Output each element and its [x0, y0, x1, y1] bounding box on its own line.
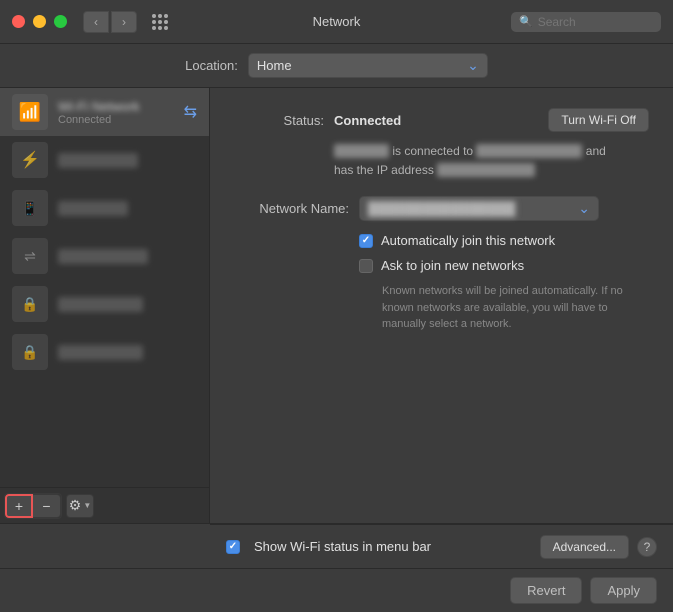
main-content: 📶 Wi-Fi Network Connected ⇆ ⚡ Bluetooth: [0, 88, 673, 523]
vpn2-icon-container: 🔒: [12, 334, 48, 370]
thunderbolt-item-content: Thunderbolt: [58, 249, 197, 264]
ip-address: ███████████: [437, 163, 535, 177]
show-wifi-checkmark-icon: ✓: [229, 541, 237, 552]
vpn2-item-content: VPN 2: [58, 345, 197, 360]
advanced-button[interactable]: Advanced...: [540, 535, 629, 559]
remove-network-button[interactable]: −: [33, 494, 61, 518]
location-value: Home: [257, 58, 292, 73]
sidebar-item-vpn2[interactable]: 🔒 VPN 2: [0, 328, 209, 376]
wifi-item-content: Wi-Fi Network Connected: [58, 99, 174, 126]
vpn2-item-name: VPN 2: [58, 345, 143, 360]
hint-text: Known networks will be joined automatica…: [382, 283, 649, 333]
network-name-blurred: ████████████: [476, 144, 582, 158]
sidebar-item-bluetooth[interactable]: ⚡ Bluetooth: [0, 136, 209, 184]
bluetooth-icon: ⚡: [20, 150, 40, 170]
sidebar-list: 📶 Wi-Fi Network Connected ⇆ ⚡ Bluetooth: [0, 88, 209, 376]
bluetooth-icon-container: ⚡: [12, 142, 48, 178]
checkmark-icon: ✓: [362, 235, 370, 246]
gear-icon: ⚙: [69, 497, 82, 514]
traffic-lights: [12, 15, 67, 28]
turn-wifi-button[interactable]: Turn Wi-Fi Off: [548, 108, 649, 132]
settings-button[interactable]: ⚙ ▼: [66, 494, 94, 518]
search-input[interactable]: [538, 15, 653, 29]
plus-icon: +: [15, 498, 23, 514]
connection-info: ██████ is connected to ████████████ and …: [334, 142, 649, 180]
network-name-value: ████████████████: [368, 201, 515, 216]
ask-join-checkbox[interactable]: [359, 259, 373, 273]
help-button[interactable]: ?: [637, 537, 657, 557]
window-title: Network: [313, 14, 361, 29]
right-panel: Status: Connected Turn Wi-Fi Off ██████ …: [210, 88, 673, 523]
sidebar-item-vpn1[interactable]: 🔒 VPN: [0, 280, 209, 328]
has-ip-text: has the IP address: [334, 163, 437, 177]
wifi-item-name: Wi-Fi Network: [58, 99, 174, 114]
vpn1-item-content: VPN: [58, 297, 197, 312]
minus-icon: −: [42, 498, 50, 514]
vpn1-icon-container: 🔒: [12, 286, 48, 322]
forward-button[interactable]: ›: [111, 11, 137, 33]
network-chevron-icon: ⌄: [578, 200, 590, 217]
network-name-row: Network Name: ████████████████ ⌄: [234, 196, 649, 221]
network-name-label: Network Name:: [234, 201, 349, 216]
grid-icon: [152, 14, 168, 30]
vpn2-icon: 🔒: [21, 344, 38, 361]
auto-join-checkbox[interactable]: ✓: [359, 234, 373, 248]
apply-button[interactable]: Apply: [590, 577, 657, 604]
thunderbolt-icon-container: ⇌: [12, 238, 48, 274]
vpn1-item-name: VPN: [58, 297, 143, 312]
usb-icon: 📱: [21, 200, 38, 217]
show-wifi-row: ✓ Show Wi-Fi status in menu bar: [226, 539, 431, 554]
ask-join-row: Ask to join new networks: [359, 258, 649, 273]
sidebar-item-thunderbolt[interactable]: ⇌ Thunderbolt: [0, 232, 209, 280]
grid-button[interactable]: [147, 11, 173, 33]
location-dropdown[interactable]: Home ⌄: [248, 53, 488, 78]
usb-item-content: USB: [58, 201, 197, 216]
sidebar-toolbar: + − ⚙ ▼: [0, 487, 209, 523]
show-wifi-label: Show Wi-Fi status in menu bar: [254, 539, 431, 554]
chevron-down-icon: ⌄: [467, 57, 479, 74]
nav-buttons: ‹ ›: [83, 11, 137, 33]
wifi-signal-icon: ⇆: [184, 102, 197, 122]
thunderbolt-item-name: Thunderbolt: [58, 249, 148, 264]
maximize-button[interactable]: [54, 15, 67, 28]
connected-text: is connected to: [392, 144, 476, 158]
ask-join-label: Ask to join new networks: [381, 258, 524, 273]
auto-join-label: Automatically join this network: [381, 233, 555, 248]
vpn1-icon: 🔒: [21, 296, 38, 313]
status-row: Status: Connected Turn Wi-Fi Off: [234, 108, 649, 132]
thunderbolt-icon: ⇌: [24, 248, 36, 265]
network-name-dropdown[interactable]: ████████████████ ⌄: [359, 196, 599, 221]
bluetooth-item-name: Bluetooth: [58, 153, 138, 168]
wifi-item-status: Connected: [58, 114, 174, 126]
bluetooth-item-content: Bluetooth: [58, 153, 197, 168]
device-name: ██████: [334, 144, 389, 158]
sidebar-item-usb[interactable]: 📱 USB: [0, 184, 209, 232]
usb-icon-container: 📱: [12, 190, 48, 226]
bottom-section: ✓ Show Wi-Fi status in menu bar Advanced…: [0, 523, 673, 612]
show-wifi-bar: ✓ Show Wi-Fi status in menu bar Advanced…: [210, 524, 673, 568]
search-box[interactable]: 🔍: [511, 12, 661, 32]
location-bar: Location: Home ⌄: [0, 44, 673, 88]
minimize-button[interactable]: [33, 15, 46, 28]
add-network-button[interactable]: +: [5, 494, 33, 518]
auto-join-row: ✓ Automatically join this network: [359, 233, 649, 248]
wifi-icon: 📶: [19, 102, 41, 123]
gear-dropdown-arrow: ▼: [83, 501, 91, 510]
action-bar: Revert Apply: [0, 568, 673, 612]
usb-item-name: USB: [58, 201, 128, 216]
wifi-icon-container: 📶: [12, 94, 48, 130]
location-label: Location:: [185, 58, 238, 73]
title-bar: ‹ › Network 🔍: [0, 0, 673, 44]
status-value: Connected: [334, 113, 401, 128]
back-button[interactable]: ‹: [83, 11, 109, 33]
show-wifi-checkbox[interactable]: ✓: [226, 540, 240, 554]
revert-button[interactable]: Revert: [510, 577, 582, 604]
and-text: and: [586, 144, 606, 158]
status-label: Status:: [234, 113, 324, 128]
close-button[interactable]: [12, 15, 25, 28]
sidebar: 📶 Wi-Fi Network Connected ⇆ ⚡ Bluetooth: [0, 88, 210, 523]
search-icon: 🔍: [519, 15, 533, 28]
sidebar-item-wifi[interactable]: 📶 Wi-Fi Network Connected ⇆: [0, 88, 209, 136]
